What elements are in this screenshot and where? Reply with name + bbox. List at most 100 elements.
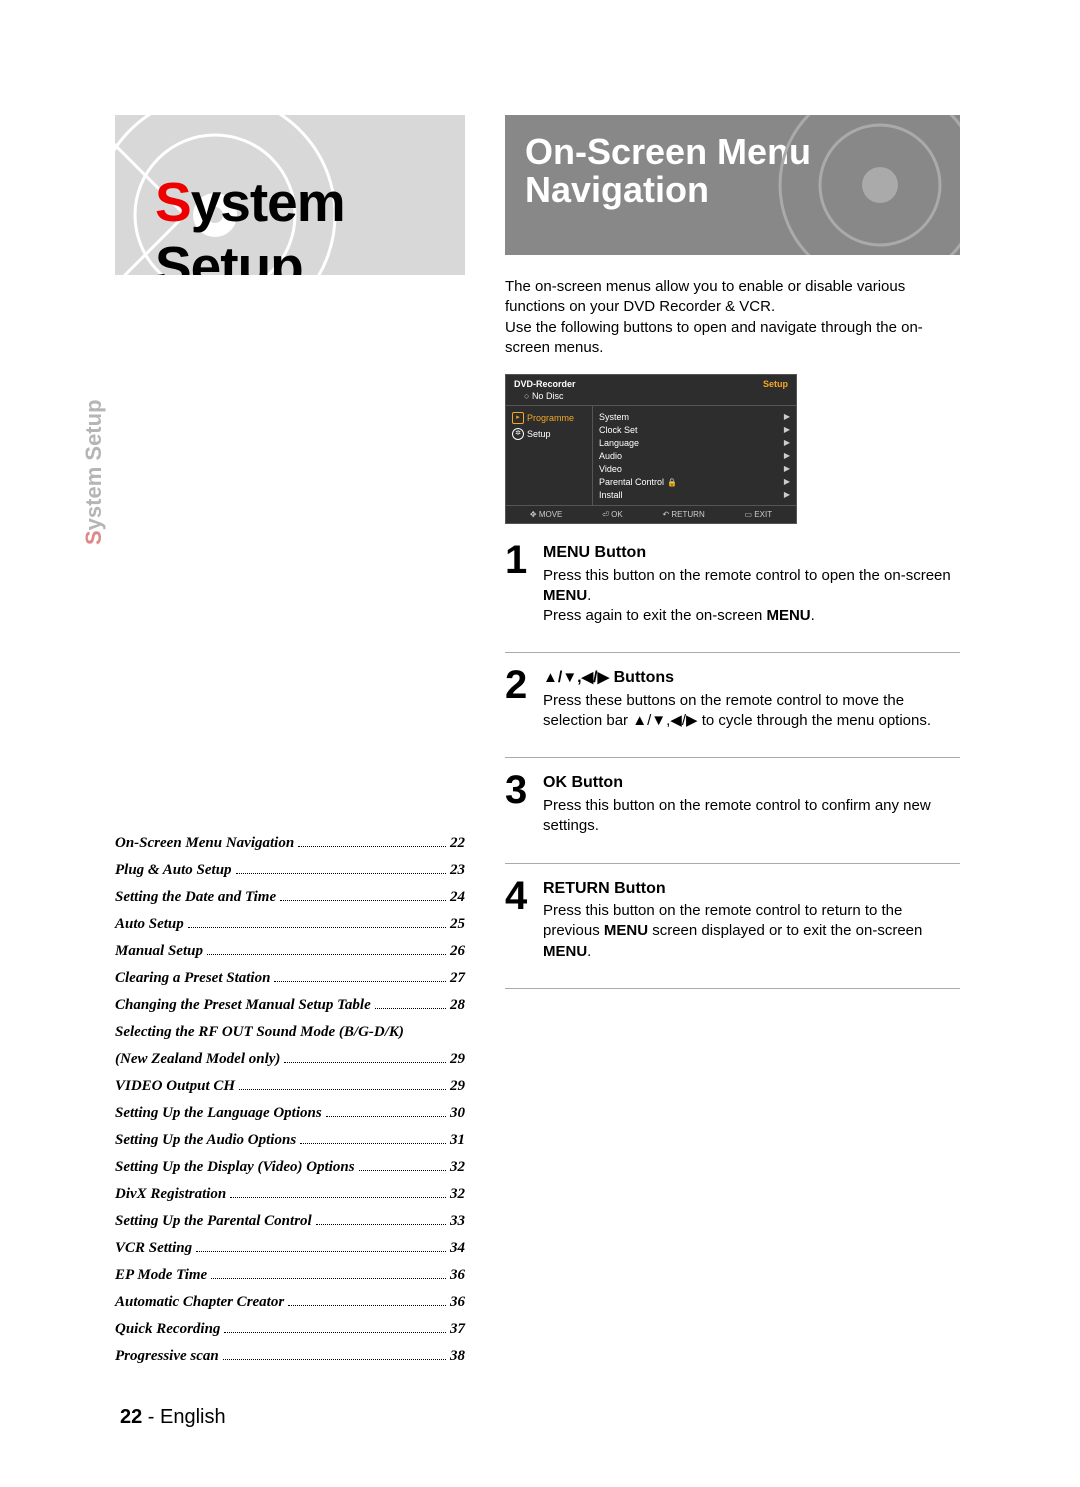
- toc-label: Setting Up the Audio Options: [115, 1132, 296, 1149]
- toc-label: Setting Up the Language Options: [115, 1105, 322, 1122]
- osd-body: ▸Programme ✲Setup System▶Clock Set▶Langu…: [506, 405, 796, 505]
- step-content: ▲/▼,◀/▶ ButtonsPress these buttons on th…: [543, 667, 960, 731]
- toc-page: 32: [450, 1159, 465, 1176]
- osd-disc-status: No Disc: [506, 391, 796, 405]
- step: 3OK ButtonPress this button on the remot…: [505, 772, 960, 836]
- chevron-right-icon: ▶: [784, 451, 790, 461]
- osd-menu-row: Clock Set▶: [599, 423, 790, 436]
- toc-row: EP Mode Time 36: [115, 1267, 465, 1284]
- step-number: 1: [505, 542, 533, 626]
- toc-label: (New Zealand Model only): [115, 1051, 280, 1068]
- toc-leader: [224, 1332, 446, 1333]
- osd-menu-row: System ▶: [599, 410, 790, 423]
- topic-title-line1: On-Screen Menu: [525, 131, 811, 172]
- step-title: OK Button: [543, 772, 960, 794]
- toc-leader: [326, 1116, 446, 1117]
- table-of-contents: On-Screen Menu Navigation22Plug & Auto S…: [115, 835, 465, 1365]
- osd-footer: MOVE OK RETURN EXIT: [506, 505, 796, 523]
- toc-leader: [196, 1251, 446, 1252]
- toc-label: On-Screen Menu Navigation: [115, 835, 294, 852]
- toc-leader: [207, 954, 446, 955]
- toc-label: Manual Setup: [115, 943, 203, 960]
- osd-foot-move: MOVE: [530, 510, 563, 519]
- osd-menu-label: System: [599, 412, 629, 422]
- toc-label: Progressive scan: [115, 1348, 219, 1365]
- step-number: 4: [505, 878, 533, 962]
- toc-leader: [230, 1197, 446, 1198]
- lock-icon: 🔒: [667, 478, 677, 487]
- toc-label: Automatic Chapter Creator: [115, 1294, 284, 1311]
- toc-label: Clearing a Preset Station: [115, 970, 270, 987]
- side-tab-rest: ystem Setup: [81, 399, 106, 530]
- toc-leader: [211, 1278, 446, 1279]
- toc-page: 32: [450, 1186, 465, 1203]
- right-column: On-Screen Menu Navigation The on-screen …: [505, 115, 960, 1375]
- step-body: Press these buttons on the remote contro…: [543, 691, 960, 732]
- toc-leader: [300, 1143, 446, 1144]
- toc-page: 30: [450, 1105, 465, 1122]
- intro-p1: The on-screen menus allow you to enable …: [505, 278, 905, 315]
- step: 4RETURN ButtonPress this button on the r…: [505, 878, 960, 962]
- step-content: MENU ButtonPress this button on the remo…: [543, 542, 960, 626]
- toc-leader: [284, 1062, 446, 1063]
- toc-leader: [298, 846, 446, 847]
- section-header: System Setup: [115, 115, 465, 275]
- topic-title-line2: Navigation: [525, 169, 709, 210]
- toc-leader: [359, 1170, 446, 1171]
- toc-row: Selecting the RF OUT Sound Mode (B/G-D/K…: [115, 1024, 465, 1041]
- two-column-layout: System Setup System Setup On-Screen Menu…: [115, 115, 960, 1375]
- toc-page: 27: [450, 970, 465, 987]
- toc-page: 23: [450, 862, 465, 879]
- osd-menu-row: Video ▶: [599, 462, 790, 475]
- toc-leader: [280, 900, 446, 901]
- toc-label: DivX Registration: [115, 1186, 226, 1203]
- step-divider: [505, 988, 960, 989]
- osd-title-bar: DVD-Recorder Setup: [506, 375, 796, 391]
- osd-menu-label: Video: [599, 464, 622, 474]
- side-tab: System Setup: [81, 399, 107, 545]
- osd-left-item-setup: ✲Setup: [508, 426, 590, 442]
- chevron-right-icon: ▶: [784, 412, 790, 422]
- osd-menu-row: Audio▶: [599, 449, 790, 462]
- toc-row: Progressive scan38: [115, 1348, 465, 1365]
- toc-label: EP Mode Time: [115, 1267, 207, 1284]
- step-body: Press this button on the remote control …: [543, 901, 960, 962]
- toc-page: 36: [450, 1267, 465, 1284]
- osd-right-menu: System▶Clock Set▶Language▶Audio▶Video▶Pa…: [593, 406, 796, 505]
- toc-label: Setting Up the Parental Control: [115, 1213, 312, 1230]
- page-footer: 22 - English: [120, 1406, 226, 1429]
- osd-menu-label: Install: [599, 490, 623, 500]
- osd-screenshot: DVD-Recorder Setup No Disc ▸Programme ✲S…: [505, 374, 797, 524]
- toc-row: DivX Registration 32: [115, 1186, 465, 1203]
- osd-title-left: DVD-Recorder: [514, 379, 576, 389]
- osd-left-label: Programme: [527, 413, 574, 423]
- toc-row: Manual Setup26: [115, 943, 465, 960]
- toc-label: VIDEO Output CH: [115, 1078, 235, 1095]
- toc-row: Automatic Chapter Creator36: [115, 1294, 465, 1311]
- osd-left-item-programme: ▸Programme: [508, 410, 590, 426]
- toc-page: 34: [450, 1240, 465, 1257]
- step-content: OK ButtonPress this button on the remote…: [543, 772, 960, 836]
- toc-row: Plug & Auto Setup23: [115, 862, 465, 879]
- toc-row: Quick Recording37: [115, 1321, 465, 1338]
- step-number: 3: [505, 772, 533, 836]
- toc-page: 37: [450, 1321, 465, 1338]
- toc-label: Selecting the RF OUT Sound Mode (B/G-D/K…: [115, 1024, 404, 1041]
- toc-row: (New Zealand Model only)29: [115, 1051, 465, 1068]
- osd-left-menu: ▸Programme ✲Setup: [506, 406, 593, 505]
- chevron-right-icon: ▶: [784, 464, 790, 474]
- disc-graphic-icon: [770, 115, 960, 255]
- osd-menu-row: Language▶: [599, 436, 790, 449]
- side-tab-initial: S: [81, 530, 106, 545]
- toc-label: Changing the Preset Manual Setup Table: [115, 997, 371, 1014]
- step-divider: [505, 757, 960, 758]
- toc-row: Setting the Date and Time24: [115, 889, 465, 906]
- toc-leader: [239, 1089, 446, 1090]
- osd-menu-label: Parental Control🔒: [599, 477, 677, 487]
- section-title-initial: S: [155, 171, 191, 233]
- osd-menu-row: Install▶: [599, 488, 790, 501]
- toc-leader: [375, 1008, 446, 1009]
- manual-page: System Setup System Setup On-Screen Menu…: [0, 0, 1080, 1487]
- step-number: 2: [505, 667, 533, 731]
- toc-row: VCR Setting34: [115, 1240, 465, 1257]
